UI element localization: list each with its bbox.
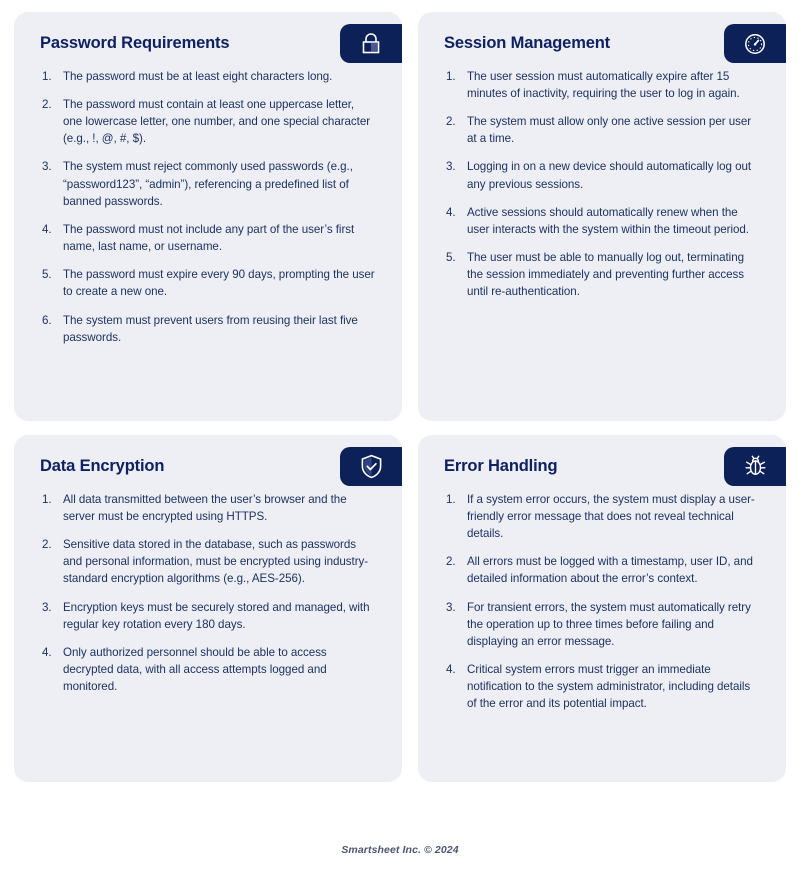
requirements-list: If a system error occurs, the system mus… xyxy=(444,491,760,713)
requirements-card-grid: Password Requirements The password must … xyxy=(14,12,786,782)
card-data-encryption: Data Encryption All data transmitted bet… xyxy=(14,435,402,782)
list-item: The password must expire every 90 days, … xyxy=(42,266,375,299)
requirements-list: The password must be at least eight char… xyxy=(40,68,376,346)
list-item: Critical system errors must trigger an i… xyxy=(446,661,751,711)
list-item: Active sessions should automatically ren… xyxy=(446,204,749,236)
card-error-handling: Error Handling If a system error occurs,… xyxy=(418,435,786,782)
list-item: The password must contain at least one u… xyxy=(42,96,371,146)
list-item: The user session must automatically expi… xyxy=(446,68,740,100)
card-title: Data Encryption xyxy=(40,457,165,475)
list-item: Logging in on a new device should automa… xyxy=(446,158,752,191)
list-item: The system must allow only one active se… xyxy=(446,113,752,146)
shield-check-icon-badge xyxy=(340,447,402,486)
bug-icon-badge xyxy=(724,447,786,486)
requirements-list: The user session must automatically expi… xyxy=(444,68,760,301)
bug-icon xyxy=(743,454,768,479)
card-title: Password Requirements xyxy=(40,34,230,52)
list-item: All data transmitted between the user’s … xyxy=(42,491,347,523)
card-session-management: Session Management The user session must… xyxy=(418,12,786,421)
list-item: The password must not include any part o… xyxy=(42,221,355,254)
list-item: If a system error occurs, the system mus… xyxy=(446,491,755,541)
list-item: Encryption keys must be securely stored … xyxy=(42,599,370,631)
timer-gauge-icon-badge xyxy=(724,24,786,63)
list-item: For transient errors, the system must au… xyxy=(446,599,751,648)
list-item: Only authorized personnel should be able… xyxy=(42,644,327,694)
lock-icon xyxy=(360,32,382,56)
list-item: Sensitive data stored in the database, s… xyxy=(42,536,369,586)
card-title: Error Handling xyxy=(444,457,558,475)
card-title: Session Management xyxy=(444,34,611,52)
list-item: All errors must be logged with a timesta… xyxy=(446,553,753,586)
requirements-page: Password Requirements The password must … xyxy=(0,0,800,870)
list-item: The user must be able to manually log ou… xyxy=(446,249,745,299)
lock-icon-badge xyxy=(340,24,402,63)
list-item: The system must prevent users from reusi… xyxy=(42,312,358,344)
card-password-requirements: Password Requirements The password must … xyxy=(14,12,402,421)
footer-copyright: Smartsheet Inc. © 2024 xyxy=(341,844,459,856)
shield-check-icon xyxy=(360,454,383,479)
requirements-list: All data transmitted between the user’s … xyxy=(40,491,376,696)
list-item: The password must be at least eight char… xyxy=(42,68,333,85)
timer-gauge-icon xyxy=(743,32,767,56)
list-item: The system must reject commonly used pas… xyxy=(42,158,353,208)
